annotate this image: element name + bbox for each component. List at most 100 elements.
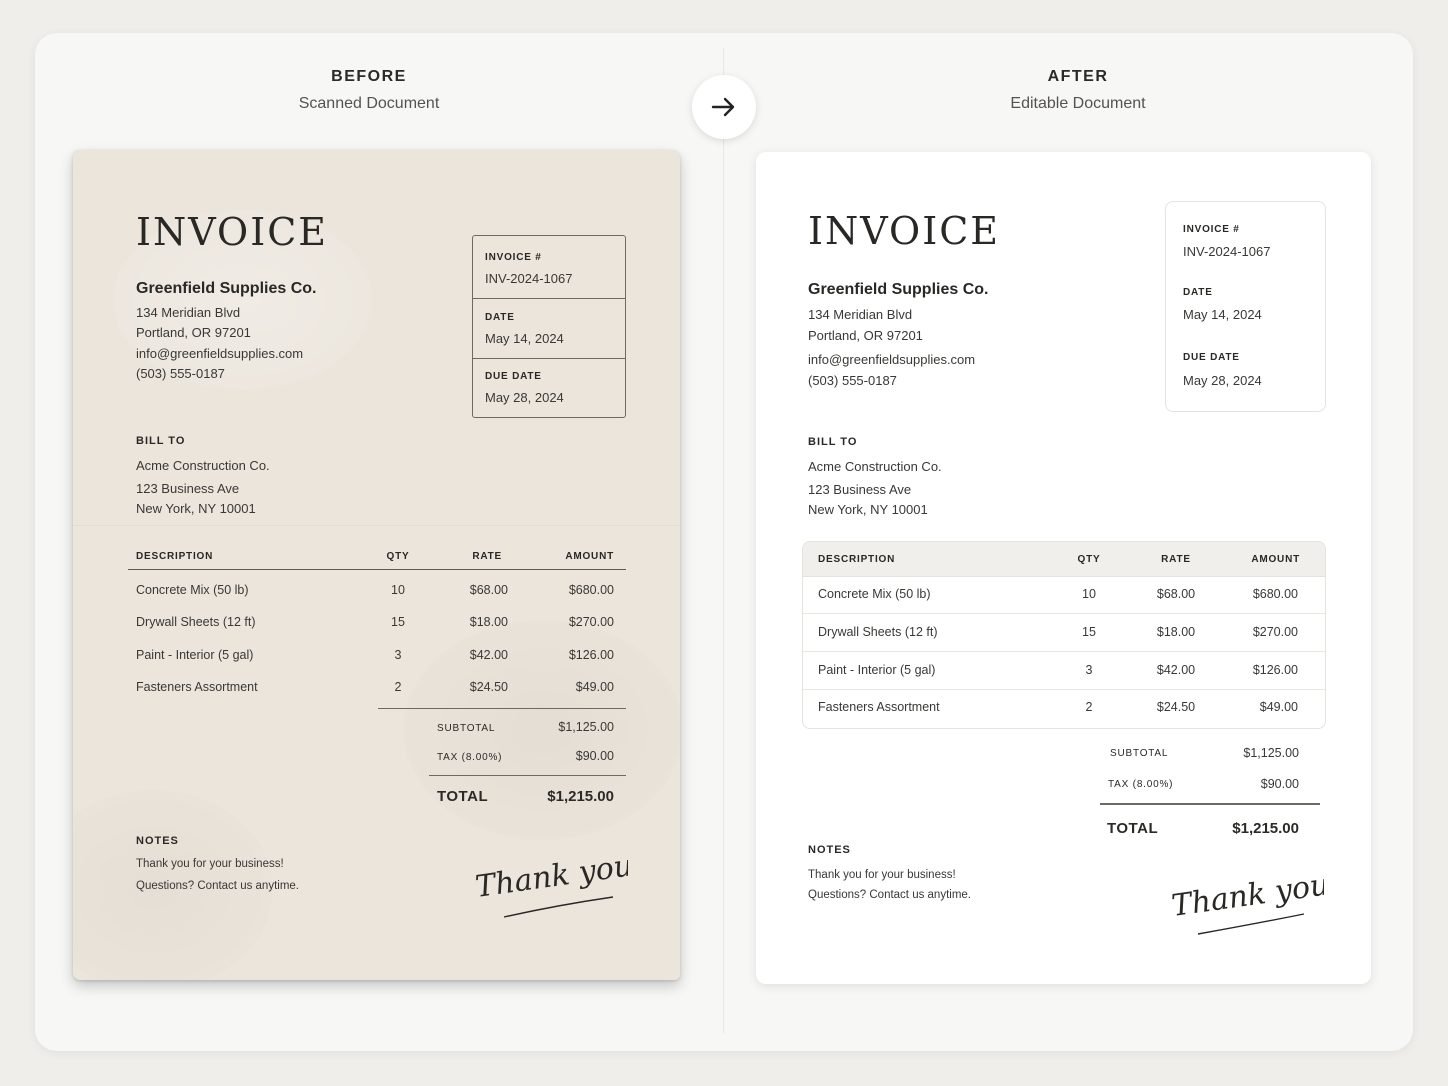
col-rate: RATE	[472, 551, 502, 562]
col-description: DESCRIPTION	[136, 551, 214, 562]
item-description[interactable]: Paint - Interior (5 gal)	[818, 663, 935, 677]
item-rate: $42.00	[469, 648, 508, 662]
item-qty: 3	[394, 648, 402, 662]
bill-to-address-2[interactable]: New York, NY 10001	[808, 502, 928, 517]
due-date-label: DUE DATE	[1183, 352, 1240, 363]
company-email[interactable]: info@greenfieldsupplies.com	[808, 352, 975, 367]
tax-value: $90.00	[575, 749, 614, 763]
before-label: BEFORE	[331, 68, 407, 85]
item-amount[interactable]: $126.00	[1218, 663, 1298, 677]
notes-label: NOTES	[136, 835, 179, 847]
paper-fold	[73, 525, 680, 527]
total-value: $1,215.00	[547, 788, 614, 805]
after-label: AFTER	[1047, 68, 1109, 85]
bill-to-label: BILL TO	[808, 436, 858, 448]
item-description: Fasteners Assortment	[136, 680, 258, 694]
item-amount[interactable]: $49.00	[1218, 700, 1298, 714]
item-rate[interactable]: $68.00	[1136, 587, 1216, 601]
invoice-date[interactable]: May 14, 2024	[1183, 307, 1262, 322]
item-rate[interactable]: $18.00	[1136, 625, 1216, 639]
item-description: Paint - Interior (5 gal)	[136, 648, 254, 662]
bill-to-address-2: New York, NY 10001	[136, 501, 256, 516]
company-phone[interactable]: (503) 555-0187	[808, 373, 897, 388]
notes-line-1[interactable]: Thank you for your business!	[808, 869, 956, 881]
item-qty[interactable]: 10	[1069, 587, 1109, 601]
convert-arrow-button[interactable]	[692, 75, 756, 139]
thank-you-signature: Thank you!	[473, 847, 628, 918]
notes-line-1: Thank you for your business!	[136, 858, 284, 870]
item-qty: 2	[394, 680, 402, 694]
item-rate: $24.50	[469, 680, 508, 694]
notes-line-2[interactable]: Questions? Contact us anytime.	[808, 889, 971, 901]
item-amount: $270.00	[568, 615, 614, 629]
subtotal-value[interactable]: $1,125.00	[1196, 746, 1299, 760]
date-label: DATE	[485, 312, 515, 323]
subtotal-value: $1,125.00	[558, 720, 614, 734]
subtotal-label: SUBTOTAL	[437, 723, 496, 734]
item-qty[interactable]: 3	[1069, 663, 1109, 677]
item-amount[interactable]: $680.00	[1218, 587, 1298, 601]
notes-line-2: Questions? Contact us anytime.	[136, 880, 299, 892]
thank-you-signature: Thank you!	[1169, 865, 1324, 935]
item-rate: $68.00	[469, 583, 508, 597]
col-rate: RATE	[1161, 554, 1191, 565]
due-date[interactable]: May 28, 2024	[1183, 373, 1262, 388]
invoice-title: INVOICE	[136, 210, 329, 254]
item-rate[interactable]: $42.00	[1136, 663, 1216, 677]
company-name: Greenfield Supplies Co.	[136, 280, 317, 297]
invoice-date: May 14, 2024	[485, 331, 564, 346]
item-description: Drywall Sheets (12 ft)	[136, 615, 256, 629]
company-address-2[interactable]: Portland, OR 97201	[808, 328, 923, 343]
company-email: info@greenfieldsupplies.com	[136, 346, 304, 361]
total-value[interactable]: $1,215.00	[1196, 820, 1299, 837]
tax-value[interactable]: $90.00	[1196, 777, 1299, 791]
invoice-number-label: INVOICE #	[1183, 224, 1240, 235]
notes-label: NOTES	[808, 844, 851, 856]
scanned-document: INVOICE Greenfield Supplies Co. 134 Meri…	[73, 150, 680, 980]
due-date: May 28, 2024	[485, 390, 564, 405]
after-header: AFTER Editable Document	[878, 68, 1278, 113]
item-amount[interactable]: $270.00	[1218, 625, 1298, 639]
bill-to-name[interactable]: Acme Construction Co.	[808, 459, 942, 474]
due-date-label: DUE DATE	[485, 371, 542, 382]
bill-to-name: Acme Construction Co.	[136, 458, 270, 473]
invoice-title[interactable]: INVOICE	[808, 209, 1000, 253]
subtotal-label: SUBTOTAL	[1110, 748, 1169, 759]
after-subtitle: Editable Document	[1010, 95, 1146, 112]
tax-label: TAX (8.00%)	[437, 752, 503, 763]
invoice-number-label: INVOICE #	[485, 252, 542, 263]
total-label: TOTAL	[1107, 820, 1159, 837]
tax-label: TAX (8.00%)	[1108, 779, 1174, 790]
total-label: TOTAL	[437, 788, 489, 805]
company-address-1: 134 Meridian Blvd	[136, 305, 241, 320]
invoice-number: INV-2024-1067	[485, 271, 573, 286]
bill-to-address-1: 123 Business Ave	[136, 481, 240, 496]
center-divider	[723, 48, 724, 1033]
item-description: Concrete Mix (50 lb)	[136, 583, 249, 597]
company-address-2: Portland, OR 97201	[136, 325, 251, 340]
item-qty[interactable]: 2	[1069, 700, 1109, 714]
date-label: DATE	[1183, 287, 1213, 298]
bill-to-label: BILL TO	[136, 435, 186, 447]
col-qty: QTY	[386, 551, 410, 562]
signature-text: Thank you!	[473, 847, 628, 905]
item-qty[interactable]: 15	[1069, 625, 1109, 639]
company-name[interactable]: Greenfield Supplies Co.	[808, 281, 988, 299]
col-qty: QTY	[1077, 554, 1101, 565]
company-phone: (503) 555-0187	[136, 366, 225, 381]
invoice-meta-box: INVOICE # INV-2024-1067 DATE May 14, 202…	[1165, 201, 1326, 412]
invoice-number[interactable]: INV-2024-1067	[1183, 244, 1270, 259]
before-header: BEFORE Scanned Document	[169, 68, 569, 113]
item-description[interactable]: Fasteners Assortment	[818, 700, 940, 714]
item-description[interactable]: Concrete Mix (50 lb)	[818, 587, 931, 601]
item-qty: 10	[391, 583, 405, 597]
company-address-1[interactable]: 134 Meridian Blvd	[808, 307, 912, 322]
before-subtitle: Scanned Document	[298, 95, 440, 112]
bill-to-address-1[interactable]: 123 Business Ave	[808, 482, 911, 497]
arrow-right-icon	[711, 97, 735, 117]
col-amount: AMOUNT	[1251, 554, 1300, 565]
item-amount: $680.00	[568, 583, 614, 597]
item-rate[interactable]: $24.50	[1136, 700, 1216, 714]
item-amount: $126.00	[568, 648, 614, 662]
item-description[interactable]: Drywall Sheets (12 ft)	[818, 625, 937, 639]
